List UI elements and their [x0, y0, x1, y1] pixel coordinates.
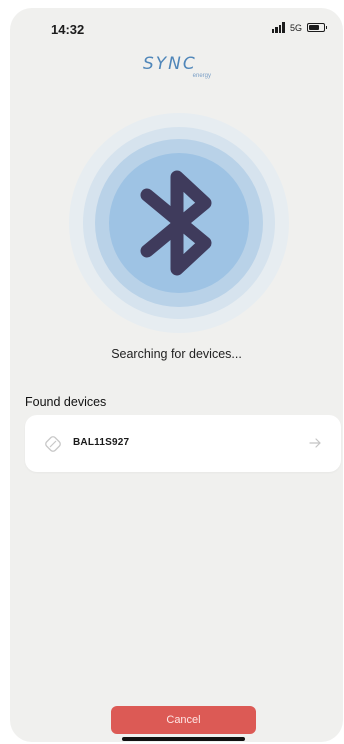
device-list-item[interactable]: BAL11S927	[25, 415, 341, 472]
logo-name: SYNC	[143, 54, 197, 74]
logo-sub: energy	[192, 73, 211, 79]
device-name: BAL11S927	[73, 437, 130, 448]
bluetooth-icon	[140, 170, 212, 276]
bluetooth-scan-indicator	[69, 113, 289, 333]
cancel-button[interactable]: Cancel	[111, 706, 256, 734]
device-icon	[45, 436, 61, 452]
home-indicator[interactable]	[122, 737, 245, 741]
status-bar: 14:32 5G	[10, 8, 343, 48]
searching-status: Searching for devices...	[111, 347, 242, 361]
found-devices-title: Found devices	[25, 395, 107, 409]
arrow-right-icon[interactable]	[307, 435, 323, 451]
battery-icon	[307, 23, 327, 32]
phone-screen: 14:32 5G SYNC energy Searching for devic…	[10, 8, 343, 742]
status-indicators: 5G	[271, 22, 327, 33]
signal-icon	[271, 22, 285, 33]
brand-logo: SYNC energy	[143, 54, 213, 86]
network-label: 5G	[289, 22, 302, 33]
status-time: 14:32	[51, 22, 85, 37]
